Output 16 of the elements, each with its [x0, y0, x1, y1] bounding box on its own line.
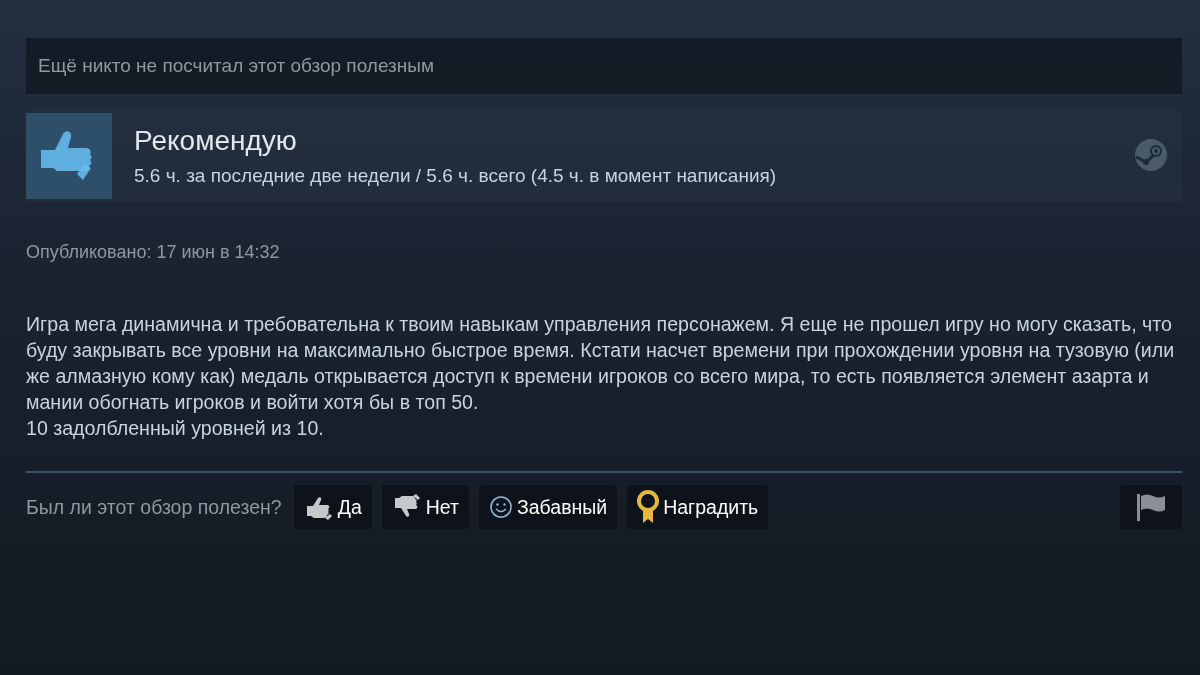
helpful-summary: Ещё никто не посчитал этот обзор полезным	[26, 38, 1182, 94]
award-button[interactable]: Наградить	[627, 485, 769, 529]
verdict-label: Рекомендую	[134, 125, 298, 157]
review-paragraph: 10 задолбленный уровней из 10.	[26, 416, 325, 441]
report-button[interactable]	[1120, 485, 1182, 529]
award-ribbon-icon	[637, 490, 660, 524]
steam-logo-icon	[1134, 138, 1168, 172]
helpful-question: Был ли этот обзор полезен?	[26, 495, 282, 519]
posted-date: Опубликовано: 17 июн в 14:32	[26, 242, 281, 263]
flag-icon	[1135, 492, 1167, 522]
review-paragraph: Игра мега динамична и требовательна к твоим навыкам управления персонажем. Я еще не прошел игру но могу сказать, что буду закрывать все уровни на максимально быстрое время. Кстати насчет времени при прохождении уровня на тузовую (или же алмазную кому как) медаль открывается доступ к времени игроков со всего мира, то есть появляется элемент азарта и мании обогнать игроков и войти хотя бы в топ 50.	[26, 312, 1176, 415]
smiley-icon	[488, 495, 513, 519]
funny-button[interactable]: Забавный	[478, 485, 618, 529]
no-button[interactable]: Нет	[381, 485, 469, 529]
playtime-text: 5.6 ч. за последние две недели / 5.6 ч. всего (4.5 ч. в момент написания)	[134, 165, 777, 187]
yes-button[interactable]: Да	[293, 485, 372, 529]
